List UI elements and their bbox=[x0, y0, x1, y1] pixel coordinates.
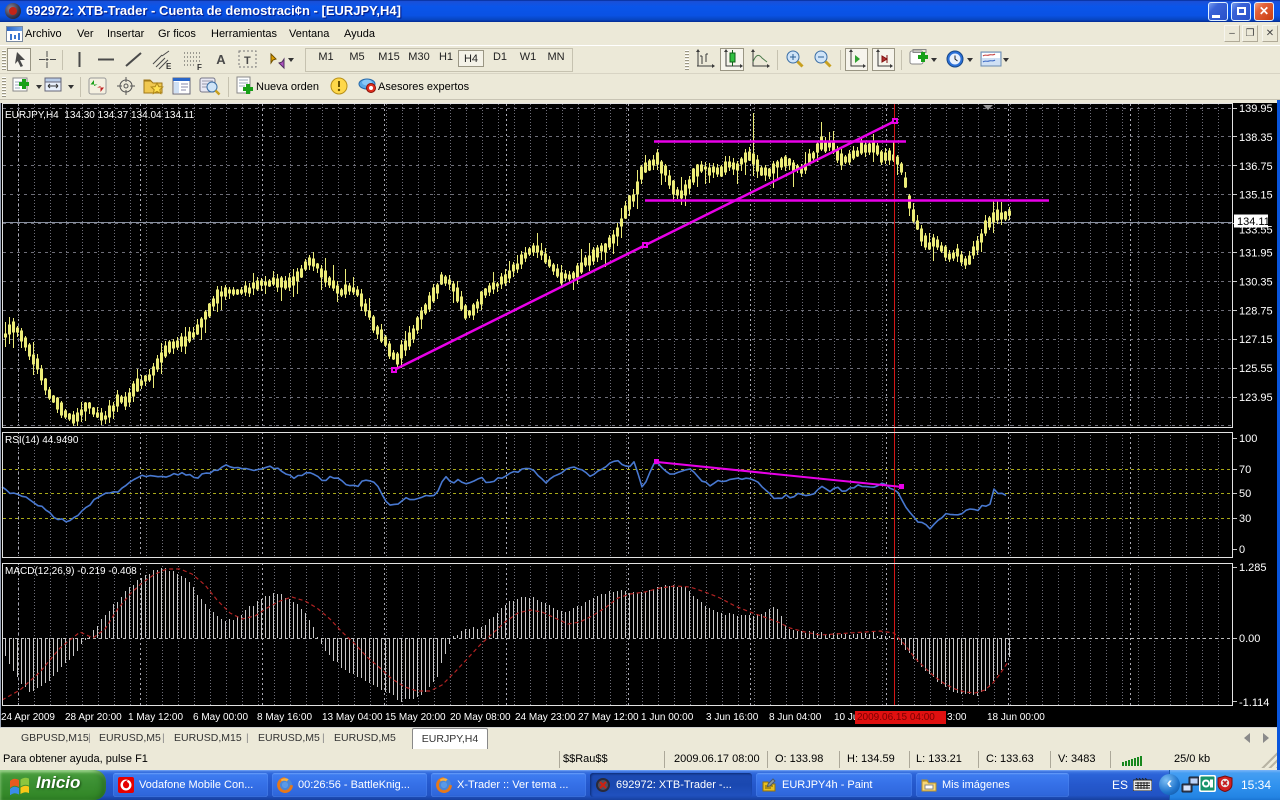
svg-text:1 Jun 00:00: 1 Jun 00:00 bbox=[641, 712, 694, 723]
svg-text:10 Ju: 10 Ju bbox=[834, 712, 858, 723]
svg-text:131.95: 131.95 bbox=[1239, 248, 1273, 260]
svg-text:RSI(14) 44.9490: RSI(14) 44.9490 bbox=[5, 435, 79, 446]
svg-text:139.95: 139.95 bbox=[1239, 103, 1273, 115]
svg-text:0: 0 bbox=[1239, 544, 1245, 556]
svg-text:3 Jun 16:00: 3 Jun 16:00 bbox=[706, 712, 759, 723]
svg-text:6 May 00:00: 6 May 00:00 bbox=[193, 712, 248, 723]
svg-text:T: T bbox=[244, 55, 251, 67]
svg-text:24 May 23:00: 24 May 23:00 bbox=[515, 712, 576, 723]
svg-text:20 May 08:00: 20 May 08:00 bbox=[450, 712, 511, 723]
svg-text:1 May 12:00: 1 May 12:00 bbox=[128, 712, 183, 723]
svg-text:E: E bbox=[166, 62, 172, 71]
svg-text:127.15: 127.15 bbox=[1239, 334, 1273, 346]
svg-text:30: 30 bbox=[1239, 513, 1251, 525]
svg-text:27 May 12:00: 27 May 12:00 bbox=[578, 712, 639, 723]
svg-text:EURJPY,H4 134.30 134.37 134.0: EURJPY,H4 134.30 134.37 134.04 134.11 bbox=[5, 110, 195, 121]
svg-text:-1.114: -1.114 bbox=[1239, 697, 1269, 709]
svg-text:3:00: 3:00 bbox=[947, 712, 967, 723]
svg-text:24 Apr 2009: 24 Apr 2009 bbox=[1, 712, 55, 723]
svg-text:28 Apr 20:00: 28 Apr 20:00 bbox=[65, 712, 122, 723]
svg-text:50: 50 bbox=[1239, 488, 1251, 500]
svg-text:125.55: 125.55 bbox=[1239, 363, 1273, 375]
svg-text:8 May 16:00: 8 May 16:00 bbox=[257, 712, 312, 723]
svg-text:2009.06.15 04:00: 2009.06.15 04:00 bbox=[857, 712, 935, 723]
svg-text:123.95: 123.95 bbox=[1239, 392, 1273, 404]
svg-text:13 May 04:00: 13 May 04:00 bbox=[322, 712, 383, 723]
svg-text:134.11: 134.11 bbox=[1237, 216, 1270, 228]
svg-text:136.75: 136.75 bbox=[1239, 161, 1273, 173]
svg-text:70: 70 bbox=[1239, 464, 1251, 476]
svg-text:18 Jun 00:00: 18 Jun 00:00 bbox=[987, 712, 1045, 723]
svg-text:F: F bbox=[197, 63, 202, 71]
svg-text:135.15: 135.15 bbox=[1239, 190, 1273, 202]
svg-text:100: 100 bbox=[1239, 433, 1257, 445]
svg-text:MACD(12,26,9) -0.219 -0.408: MACD(12,26,9) -0.219 -0.408 bbox=[5, 566, 137, 577]
svg-text:1.285: 1.285 bbox=[1239, 562, 1267, 574]
svg-text:8 Jun 04:00: 8 Jun 04:00 bbox=[769, 712, 822, 723]
svg-text:15 May 20:00: 15 May 20:00 bbox=[385, 712, 446, 723]
svg-text:130.35: 130.35 bbox=[1239, 276, 1273, 288]
svg-text:0.00: 0.00 bbox=[1239, 633, 1260, 645]
svg-text:128.75: 128.75 bbox=[1239, 305, 1273, 317]
svg-text:138.35: 138.35 bbox=[1239, 132, 1273, 144]
